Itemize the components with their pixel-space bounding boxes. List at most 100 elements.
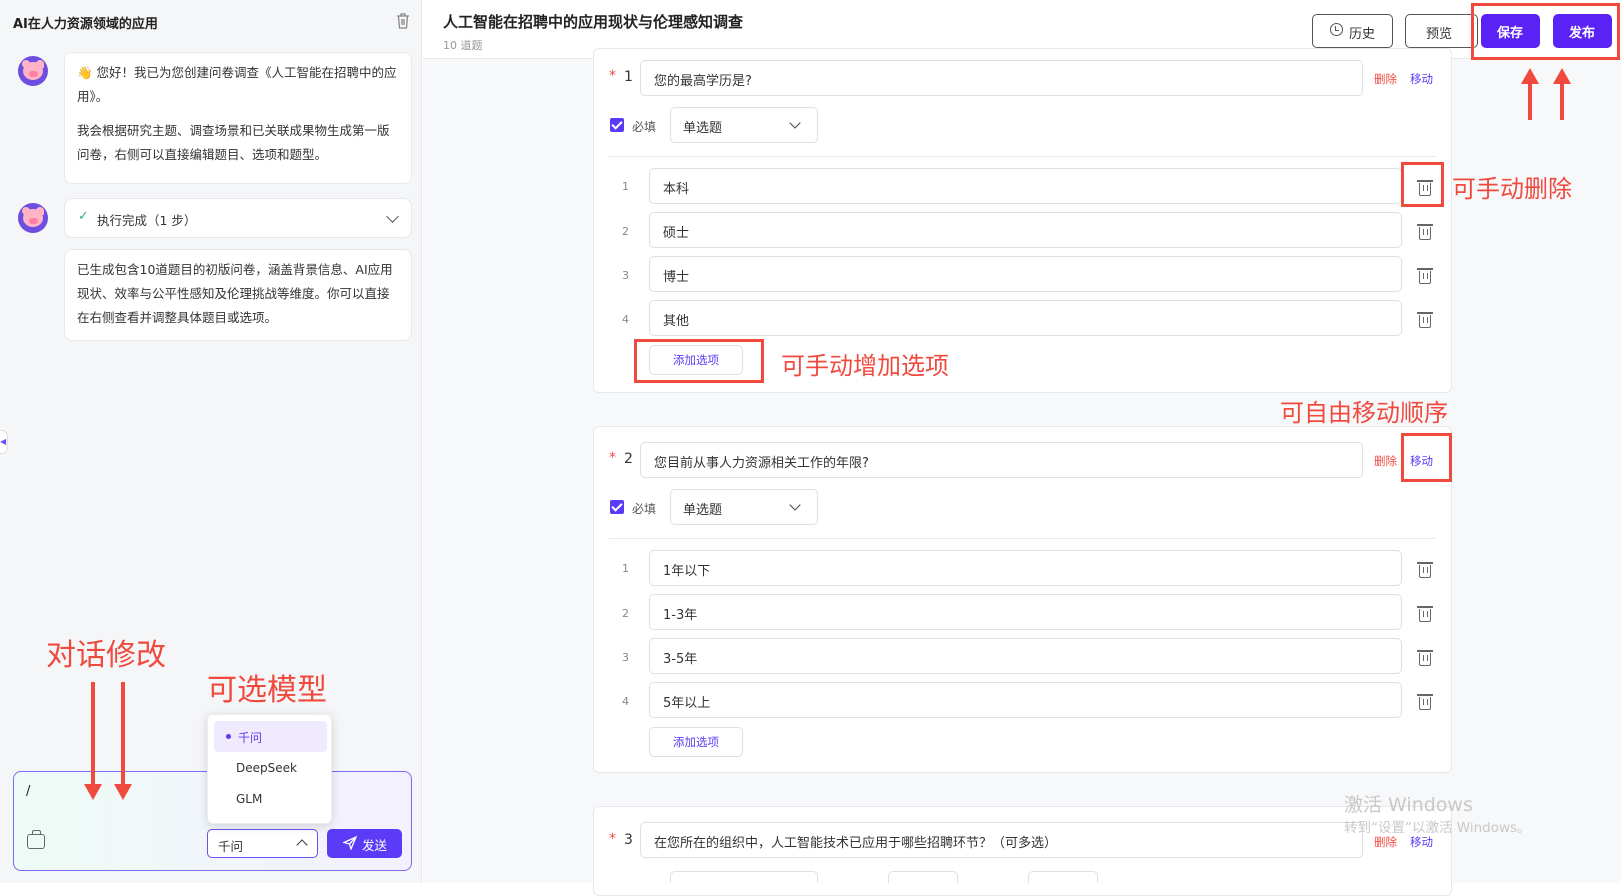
send-button-label: 发送 [362, 838, 388, 853]
option-input[interactable]: 本科 [649, 168, 1402, 204]
model-option-label: 千问 [238, 731, 263, 745]
option-input[interactable]: 其他 [649, 300, 1402, 336]
history-button-label: 历史 [1349, 27, 1376, 42]
arrow-down-icon [114, 682, 132, 800]
highlight-move [1401, 433, 1452, 482]
conversation-title: AI在人力资源领域的应用 [13, 17, 158, 32]
trash-icon[interactable] [1417, 650, 1433, 666]
question-type-select[interactable]: 单选题 [670, 489, 818, 525]
annotation-manual-delete: 可手动删除 [1452, 175, 1572, 203]
chat-input-value[interactable]: / [26, 784, 30, 799]
greeting-text: 👋 您好！我已为您创建问卷调查《人工智能在招聘中的应用》。 [77, 65, 397, 104]
model-option-label: GLM [236, 792, 263, 806]
annotation-manual-add: 可手动增加选项 [781, 352, 949, 380]
question-type-value: 单选题 [683, 121, 723, 136]
toolbox-icon[interactable] [27, 830, 45, 849]
option-number: 4 [622, 313, 629, 326]
option-input[interactable]: 5年以上 [649, 682, 1402, 718]
question-type-value: 单选题 [683, 503, 723, 518]
question-title-input[interactable]: 您的最高学历是? [640, 60, 1363, 96]
model-option-deepseek[interactable]: DeepSeek [214, 753, 327, 784]
arrow-up-icon [1553, 68, 1571, 120]
question-title-input[interactable]: 在您所在的组织中，人工智能技术已应用于哪些招聘环节？（可多选） [640, 822, 1363, 858]
option-input[interactable]: 博士 [649, 256, 1402, 292]
result-text: 已生成包含10道题目的初版问卷，涵盖背景信息、AI应用现状、效率与公平性感知及伦… [77, 262, 393, 325]
delete-question-button[interactable]: 删除 [1374, 834, 1397, 850]
trash-icon[interactable] [1417, 606, 1433, 622]
required-star: * [609, 450, 616, 466]
send-button[interactable]: 发送 [327, 829, 402, 858]
question-number: 3 [624, 832, 633, 848]
preview-button-label: 预览 [1426, 27, 1453, 42]
model-dropdown: 千问 DeepSeek GLM [207, 714, 332, 824]
check-icon: ✓ [78, 209, 89, 224]
activation-watermark: 激活 Windows [1344, 794, 1473, 816]
trash-icon[interactable] [1417, 268, 1433, 284]
annotation-select-model: 可选模型 [207, 673, 327, 708]
option-number: 4 [622, 695, 629, 708]
trash-icon[interactable] [1417, 224, 1433, 240]
activation-watermark-hint: 转到“设置”以激活 Windows。 [1344, 820, 1531, 836]
clock-icon [1330, 23, 1343, 36]
execution-status[interactable]: ✓ 执行完成（1 步） [64, 198, 412, 238]
option-number: 2 [622, 607, 629, 620]
required-label: 必填 [632, 502, 657, 516]
required-star: * [609, 68, 616, 84]
add-option-button[interactable]: 添加选项 [649, 727, 743, 757]
model-option-qianwen[interactable]: 千问 [214, 721, 327, 752]
annotation-chat-edit: 对话修改 [46, 638, 166, 673]
highlight-add-option [634, 339, 764, 383]
chevron-down-icon [789, 117, 801, 129]
chevron-down-icon[interactable] [386, 210, 399, 223]
trash-icon[interactable] [1417, 312, 1433, 328]
model-select-value: 千问 [218, 839, 244, 854]
history-button[interactable]: 历史 [1312, 14, 1393, 48]
trash-icon[interactable] [1417, 562, 1433, 578]
move-question-button[interactable]: 移动 [1410, 71, 1433, 87]
delete-question-button[interactable]: 删除 [1374, 453, 1397, 469]
preview-button[interactable]: 预览 [1405, 14, 1478, 48]
divider [609, 538, 1436, 539]
arrow-down-icon [84, 682, 102, 800]
model-option-glm[interactable]: GLM [214, 784, 327, 815]
model-select[interactable]: 千问 [207, 829, 318, 858]
divider [609, 156, 1436, 157]
assistant-avatar [18, 56, 48, 86]
trash-icon[interactable] [1417, 694, 1433, 710]
assistant-avatar [18, 203, 48, 233]
selected-dot-icon [226, 734, 231, 739]
question-title-input[interactable]: 您目前从事人力资源相关工作的年限? [640, 442, 1363, 478]
question-setting-select[interactable] [888, 871, 958, 883]
question-setting-select[interactable] [1028, 871, 1098, 883]
required-checkbox[interactable] [610, 500, 624, 514]
model-option-label: DeepSeek [236, 761, 297, 775]
option-input[interactable]: 1-3年 [649, 594, 1402, 630]
arrow-up-icon [1521, 68, 1539, 120]
option-number: 3 [622, 269, 629, 282]
delete-question-button[interactable]: 删除 [1374, 71, 1397, 87]
chevron-up-icon [296, 839, 308, 851]
required-checkbox[interactable] [610, 118, 624, 132]
question-number: 1 [624, 69, 633, 85]
option-number: 1 [622, 180, 629, 193]
option-number: 3 [622, 651, 629, 664]
annotation-free-move: 可自由移动顺序 [1280, 399, 1448, 427]
collapse-panel-button[interactable]: ◀ [0, 430, 8, 454]
required-label: 必填 [632, 120, 657, 134]
option-input[interactable]: 硕士 [649, 212, 1402, 248]
option-input[interactable]: 3-5年 [649, 638, 1402, 674]
question-type-select[interactable] [670, 871, 818, 883]
result-message: 已生成包含10道题目的初版问卷，涵盖背景信息、AI应用现状、效率与公平性感知及伦… [64, 249, 412, 341]
execution-status-text: 执行完成（1 步） [97, 213, 197, 228]
option-number: 1 [622, 562, 629, 575]
move-question-button[interactable]: 移动 [1410, 834, 1433, 850]
greeting-message: 👋 您好！我已为您创建问卷调查《人工智能在招聘中的应用》。 我会根据研究主题、调… [64, 52, 412, 184]
required-star: * [609, 831, 616, 847]
trash-icon[interactable] [395, 12, 411, 30]
question-type-select[interactable]: 单选题 [670, 107, 818, 143]
option-input[interactable]: 1年以下 [649, 550, 1402, 586]
chevron-down-icon [789, 499, 801, 511]
highlight-delete-option [1401, 162, 1444, 207]
question-count: 10 道题 [443, 39, 483, 52]
option-number: 2 [622, 225, 629, 238]
